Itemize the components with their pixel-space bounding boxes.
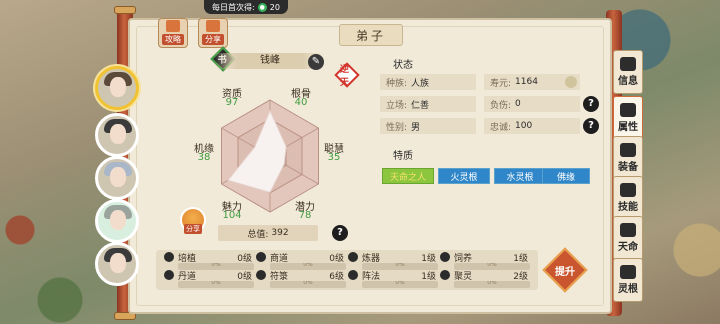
disciple-avatar[interactable]: [95, 66, 139, 110]
spirit-root-icon: [620, 265, 636, 279]
skill-item[interactable]: 聚灵 2级 0%: [440, 270, 532, 288]
skill-item[interactable]: 商道 0级 0%: [256, 252, 348, 270]
skill-item[interactable]: 阵法 1级 0%: [348, 270, 440, 288]
guide-button[interactable]: 攻略: [158, 18, 188, 48]
disciple-avatar[interactable]: [95, 199, 139, 243]
lifespan-value: 1164: [515, 77, 538, 87]
traits-heading: 特质: [393, 151, 413, 162]
help-icon[interactable]: ?: [583, 118, 599, 134]
scroll-cap-icon: [114, 6, 136, 14]
disciple-avatar[interactable]: [95, 242, 139, 286]
info-icon: [620, 57, 636, 71]
skill-item[interactable]: 丹道 0级 0%: [164, 270, 256, 288]
guide-label: 攻略: [162, 34, 184, 45]
skill-item[interactable]: 符箓 6级 0%: [256, 270, 348, 288]
jade-coin-icon: ●: [257, 2, 267, 12]
stat-value-jiyuan: 38: [197, 152, 211, 163]
race-row: 种族: 人族: [380, 74, 476, 90]
book-icon: [166, 20, 180, 32]
loyalty-label: 忠诚:: [490, 122, 512, 133]
tab-equipment[interactable]: 装备: [613, 136, 643, 180]
stat-value-qianli: 78: [298, 210, 312, 221]
injury-label: 负伤:: [490, 100, 512, 111]
skills-panel: 培植 0级 0% 商道 0级 0% 炼器 1级 0% 饲养 1级 0% 丹道 0级 0% 符箓 6级 0…: [156, 250, 538, 290]
tab-spirit-root[interactable]: 灵根: [613, 258, 643, 302]
help-icon[interactable]: ?: [583, 96, 599, 112]
trait-tag[interactable]: 天命之人: [382, 168, 434, 184]
disciple-avatar[interactable]: [95, 156, 139, 200]
share-button[interactable]: 分享: [198, 18, 228, 48]
help-icon[interactable]: ?: [332, 225, 348, 241]
skill-icon: [256, 270, 266, 280]
skill-icon: [440, 270, 450, 280]
share-label: 分享: [202, 34, 224, 45]
skill-item[interactable]: 炼器 1级 0%: [348, 252, 440, 270]
gender-row: 性别: 男: [380, 118, 476, 134]
stat-value-zizhi: 97: [225, 97, 239, 108]
skill-item[interactable]: 饲养 1级 0%: [440, 252, 532, 270]
status-heading: 状态: [393, 60, 413, 71]
tab-attributes[interactable]: 属性: [613, 96, 643, 140]
trait-tag[interactable]: 火灵根: [438, 168, 490, 184]
stat-value-conghui: 35: [327, 152, 341, 163]
tab-info[interactable]: 信息: [613, 50, 643, 94]
attributes-icon: [620, 103, 636, 117]
gender-value: 男: [411, 122, 421, 133]
equipment-icon: [620, 143, 636, 157]
ascend-button[interactable]: 提升: [542, 247, 588, 293]
stat-value-meili: 104: [222, 210, 242, 221]
tab-skills[interactable]: 技能: [613, 176, 643, 220]
lifespan-label: 寿元:: [490, 78, 512, 89]
edit-icon[interactable]: ✎: [308, 54, 324, 70]
skill-icon: [256, 252, 266, 262]
share-icon: [206, 20, 220, 32]
injury-row: 负伤: 0: [484, 96, 580, 112]
skill-icon: [164, 252, 174, 262]
daily-reward-bar: 每日首次得: ● 20: [204, 0, 288, 14]
skill-icon: [348, 252, 358, 262]
loyalty-row: 忠诚: 100: [484, 118, 580, 134]
stance-row: 立场: 仁善: [380, 96, 476, 112]
total-label: 总值:: [247, 229, 269, 240]
tab-destiny[interactable]: 天命: [613, 216, 643, 260]
stat-value-gengu: 40: [294, 97, 308, 108]
ascend-label: 提升: [555, 267, 575, 278]
lifespan-coin-icon[interactable]: [565, 76, 577, 88]
trait-tag[interactable]: 佛缘: [542, 168, 590, 184]
gender-label: 性别:: [386, 122, 408, 133]
race-label: 种族:: [386, 78, 408, 89]
destiny-icon: [620, 223, 636, 237]
disciple-avatar[interactable]: [95, 113, 139, 157]
skill-icon: [440, 252, 450, 262]
skill-icon: [348, 270, 358, 280]
injury-value: 0: [515, 99, 521, 109]
race-value: 人族: [411, 78, 430, 89]
stance-label: 立场:: [386, 100, 408, 111]
skill-icon: [164, 270, 174, 280]
loyalty-value: 100: [515, 121, 533, 131]
skill-item[interactable]: 培植 0级 0%: [164, 252, 256, 270]
daily-reward-label: 每日首次得:: [212, 2, 255, 12]
trait-tag[interactable]: 水灵根: [494, 168, 546, 184]
total-value: 392: [271, 228, 289, 238]
skills-icon: [620, 183, 636, 197]
total-value-box: 总值: 392: [218, 225, 318, 241]
stance-value: 仁善: [411, 100, 430, 111]
page-title: 弟子: [339, 24, 403, 46]
daily-reward-value: 20: [269, 2, 280, 12]
share-round-button[interactable]: 分享: [180, 207, 206, 234]
